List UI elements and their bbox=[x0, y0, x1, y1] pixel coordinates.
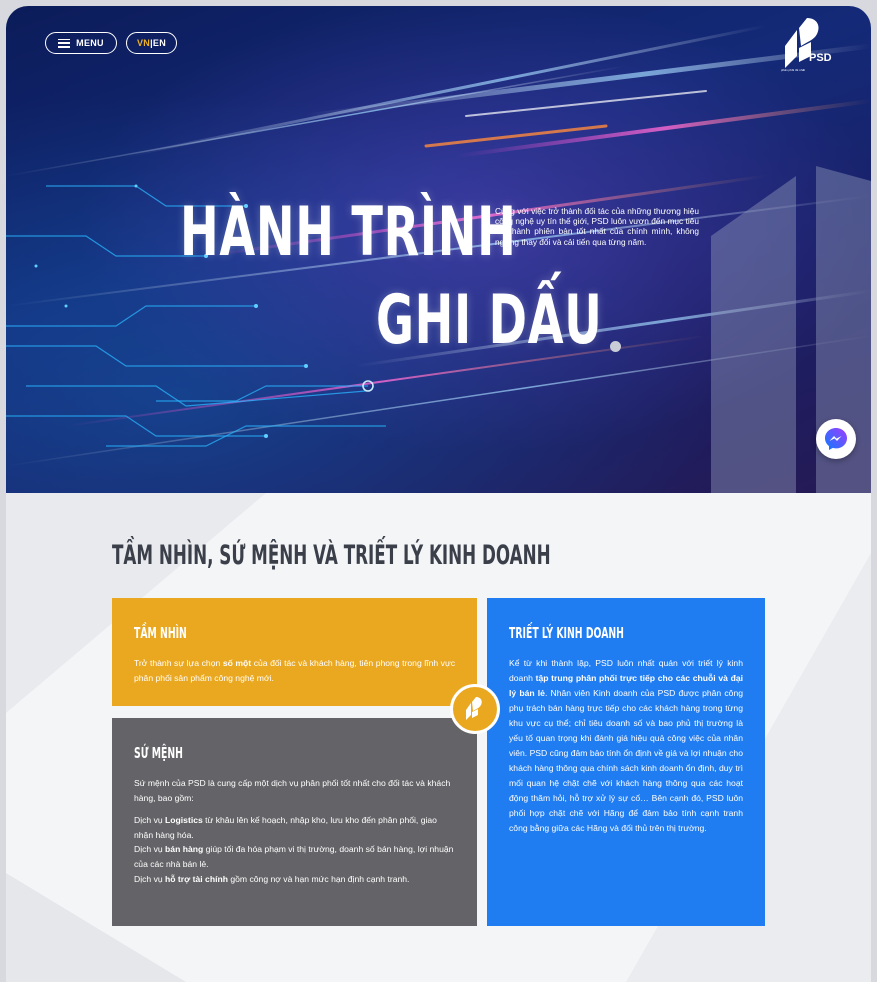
psd-badge-icon bbox=[450, 684, 500, 734]
hero-title-line1: HÀNH TRÌNH bbox=[180, 193, 517, 272]
philosophy-text: Kể từ khi thành lập, PSD luôn nhất quán … bbox=[509, 658, 743, 833]
lang-vn[interactable]: VN bbox=[137, 38, 150, 48]
mission-service-finance: Dịch vụ hỗ trợ tài chính gồm công nợ và … bbox=[134, 873, 410, 884]
logo-text: PSD bbox=[809, 52, 832, 64]
language-switcher[interactable]: VN | EN bbox=[126, 32, 177, 54]
page-frame: MENU VN | EN PSD phân phối tốt nhất HÀNH… bbox=[6, 6, 871, 982]
mission-service-logistics: Dịch vụ Logistics từ khâu lên kế hoạch, … bbox=[134, 815, 437, 840]
vision-text: Trở thành sự lựa chọn số một của đối tác… bbox=[134, 658, 456, 683]
vision-heading: TẦM NHÌN bbox=[134, 624, 187, 642]
mission-intro: Sứ mệnh của PSD là cung cấp một dịch vụ … bbox=[134, 778, 451, 803]
mission-card: SỨ MỆNH Sứ mệnh của PSD là cung cấp một … bbox=[112, 718, 477, 926]
section-title: TẦM NHÌN, SỨ MỆNH VÀ TRIẾT LÝ KINH DOANH bbox=[112, 540, 551, 571]
logo-tagline: phân phối tốt nhất bbox=[781, 68, 806, 72]
philosophy-heading: TRIẾT LÝ KINH DOANH bbox=[509, 624, 624, 642]
lang-en[interactable]: EN bbox=[153, 38, 166, 48]
menu-button[interactable]: MENU bbox=[45, 32, 117, 54]
menu-label: MENU bbox=[76, 38, 104, 48]
messenger-button[interactable] bbox=[816, 419, 856, 459]
hero-dot bbox=[610, 341, 621, 352]
hamburger-icon bbox=[58, 38, 71, 48]
hero-banner: MENU VN | EN PSD phân phối tốt nhất HÀNH… bbox=[6, 6, 871, 493]
vision-card: TẦM NHÌN Trở thành sự lựa chọn số một củ… bbox=[112, 598, 477, 706]
hero-description: Cùng với việc trở thành đối tác của nhữn… bbox=[495, 206, 699, 247]
hero-title-line2: GHI DẤU bbox=[376, 281, 603, 360]
mission-heading: SỨ MỆNH bbox=[134, 744, 183, 762]
psd-logo[interactable]: PSD phân phối tốt nhất bbox=[781, 16, 832, 72]
philosophy-card: TRIẾT LÝ KINH DOANH Kể từ khi thành lập,… bbox=[487, 598, 765, 926]
mission-service-sales: Dịch vụ bán hàng giúp tối đa hóa phạm vi… bbox=[134, 844, 454, 869]
messenger-icon bbox=[825, 428, 847, 450]
